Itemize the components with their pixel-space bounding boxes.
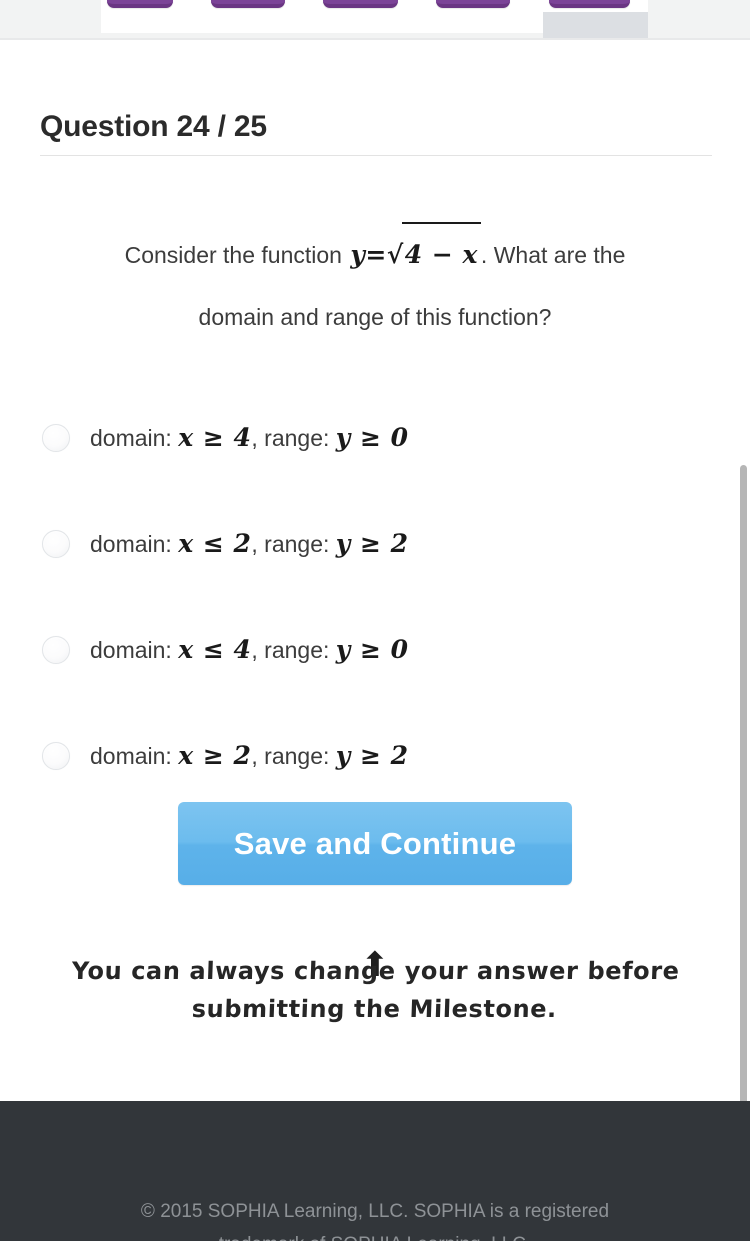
annotation-line-1: You can always change your answer before: [71, 957, 681, 985]
option-row[interactable]: domain: x ≤ 2, range: y ≥ 2: [42, 516, 702, 622]
option-label-3: domain: x ≤ 4, range: y ≥ 0: [90, 622, 409, 678]
formula-sqrt-expression: y=√4 − x: [348, 222, 481, 286]
radio-button-option-2[interactable]: [42, 530, 70, 558]
option-prefix: domain:: [90, 531, 179, 557]
option-domain-value: x ≥ 2: [178, 741, 252, 770]
copyright-line-2: trademark of SOPHIA Learning, LLC.: [219, 1234, 532, 1241]
radio-button-option-3[interactable]: [42, 636, 70, 664]
annotation-note: You can always change your answer before…: [59, 952, 692, 1028]
formula-lhs: y=: [350, 240, 387, 269]
option-label-1: domain: x ≥ 4, range: y ≥ 0: [90, 410, 409, 466]
option-middle: , range:: [251, 637, 336, 663]
prompt-text-before: Consider the function: [124, 242, 349, 268]
option-label-2: domain: x ≤ 2, range: y ≥ 2: [90, 516, 409, 572]
radio-button-option-1[interactable]: [42, 424, 70, 452]
nav-pill-4[interactable]: [436, 0, 510, 8]
save-and-continue-button[interactable]: Save and Continue: [178, 802, 572, 885]
copyright-line-1: © 2015 SOPHIA Learning, LLC. SOPHIA is a…: [140, 1201, 610, 1222]
option-middle: , range:: [251, 743, 336, 769]
nav-pill-5[interactable]: [549, 0, 630, 8]
title-divider: [40, 155, 712, 156]
option-range-value: y ≥ 2: [335, 529, 409, 558]
option-domain-value: x ≥ 4: [178, 423, 252, 452]
option-prefix: domain:: [90, 743, 179, 769]
question-header: Question 24 / 25: [40, 110, 712, 156]
question-prompt: Consider the function y=√4 − x. What are…: [52, 222, 698, 348]
option-label-4: domain: x ≥ 2, range: y ≥ 2: [90, 728, 409, 784]
option-range-value: y ≥ 0: [335, 635, 409, 664]
page-title: Question 24 / 25: [40, 110, 267, 143]
option-range-value: y ≥ 0: [335, 423, 409, 452]
option-prefix: domain:: [90, 425, 179, 451]
nav-pill-3[interactable]: [323, 0, 398, 8]
prompt-text-after: . What are the: [480, 242, 626, 268]
page-footer: © 2015 SOPHIA Learning, LLC. SOPHIA is a…: [0, 1101, 750, 1241]
scrollbar-thumb[interactable]: [740, 465, 747, 1137]
question-page: Question 24 / 25 Consider the function y…: [0, 40, 750, 1100]
option-domain-value: x ≤ 4: [178, 635, 252, 664]
nav-pill-2[interactable]: [211, 0, 285, 8]
option-middle: , range:: [251, 425, 336, 451]
option-row[interactable]: domain: x ≥ 4, range: y ≥ 0: [42, 410, 702, 516]
copyright-text: © 2015 SOPHIA Learning, LLC. SOPHIA is a…: [55, 1195, 695, 1241]
option-middle: , range:: [251, 531, 336, 557]
answer-options-list: domain: x ≥ 4, range: y ≥ 0 domain: x ≤ …: [42, 410, 702, 834]
prompt-text-line2: domain and range of this function?: [198, 304, 552, 330]
option-domain-value: x ≤ 2: [178, 529, 252, 558]
option-prefix: domain:: [90, 637, 179, 663]
annotation-line-2: submitting the Milestone.: [191, 995, 558, 1023]
radio-button-option-4[interactable]: [42, 742, 70, 770]
option-range-value: y ≥ 2: [335, 741, 409, 770]
option-row[interactable]: domain: x ≤ 4, range: y ≥ 0: [42, 622, 702, 728]
nav-pill-1[interactable]: [107, 0, 173, 8]
nav-active-tab-block[interactable]: [543, 12, 648, 38]
scrollbar-track[interactable]: [740, 40, 750, 1137]
top-nav-strip: [0, 0, 750, 38]
formula-radicand: 4 − x: [401, 222, 481, 286]
